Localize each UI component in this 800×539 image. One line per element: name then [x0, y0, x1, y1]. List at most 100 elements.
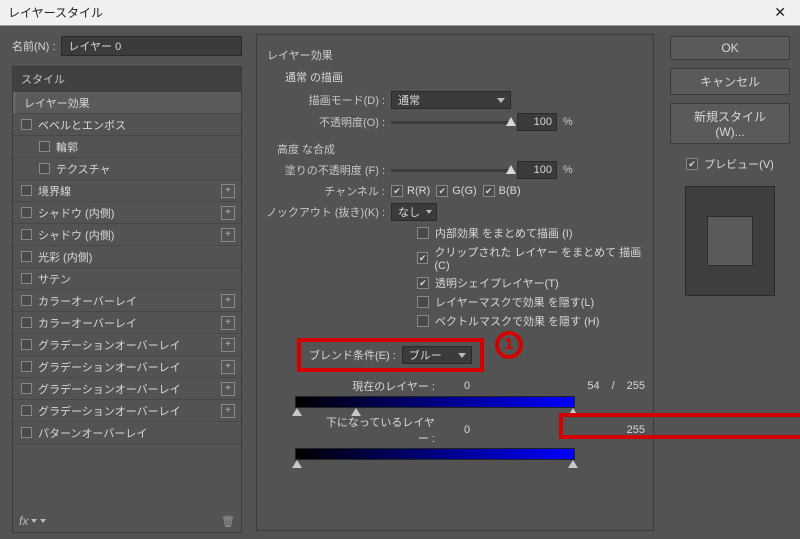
style-checkbox[interactable] — [21, 251, 32, 262]
style-item[interactable]: グラデーションオーバーレイ + — [13, 378, 241, 400]
adv-check-label: 透明シェイプレイヤー(T) — [435, 275, 559, 291]
styles-header: スタイル — [13, 67, 241, 92]
style-checkbox[interactable] — [21, 383, 32, 394]
style-label: カラーオーバーレイ — [38, 315, 137, 331]
style-checkbox[interactable] — [21, 361, 32, 372]
add-effect-icon[interactable]: + — [221, 228, 235, 242]
adv-checkbox[interactable] — [417, 315, 429, 327]
opacity-pct: % — [563, 116, 573, 128]
style-label: カラーオーバーレイ — [38, 293, 137, 309]
fill-opacity-value[interactable] — [517, 161, 557, 179]
style-checkbox[interactable] — [21, 317, 32, 328]
new-style-button[interactable]: 新規スタイル(W)... — [670, 103, 790, 144]
style-item[interactable]: サテン — [13, 268, 241, 290]
style-checkbox[interactable] — [21, 119, 32, 130]
layer-name-input[interactable] — [61, 36, 242, 56]
close-icon[interactable]: ✕ — [768, 2, 792, 23]
style-item[interactable]: グラデーションオーバーレイ+ — [13, 356, 241, 378]
style-item[interactable]: グラデーションオーバーレイ+ — [13, 334, 241, 356]
blend-mode-dropdown[interactable]: 通常 — [391, 91, 511, 109]
style-label: シャドウ (内側) — [38, 205, 114, 221]
preview-label: プレビュー(V) — [704, 156, 774, 172]
channel-r-checkbox[interactable] — [391, 185, 403, 197]
style-checkbox[interactable] — [21, 207, 32, 218]
style-item[interactable]: シャドウ (内側) + — [13, 224, 241, 246]
style-checkbox[interactable] — [21, 427, 32, 438]
ok-button[interactable]: OK — [670, 36, 790, 60]
window-title: レイヤースタイル — [8, 4, 103, 21]
add-effect-icon[interactable]: + — [221, 294, 235, 308]
annotation-frame-2 — [559, 413, 800, 439]
add-effect-icon[interactable]: + — [221, 404, 235, 418]
style-item[interactable]: カラーオーバーレイ + — [13, 312, 241, 334]
preview-checkbox[interactable] — [686, 158, 698, 170]
style-item[interactable]: パターンオーバーレイ — [13, 422, 241, 444]
adv-checkbox[interactable] — [417, 252, 428, 264]
channel-g-checkbox[interactable] — [436, 185, 448, 197]
effects-section-title: レイヤー効果 — [267, 47, 645, 63]
adv-check-label: クリップされた レイヤー をまとめて 描画 (C) — [434, 244, 645, 272]
style-checkbox[interactable] — [21, 229, 32, 240]
style-label: グラデーションオーバーレイ — [38, 381, 181, 397]
under-layer-label: 下になっているレイヤー : — [325, 414, 435, 446]
current-layer-gradient[interactable] — [295, 396, 575, 408]
normal-draw-label: 通常 の描画 — [285, 69, 645, 85]
adv-checkbox[interactable] — [417, 296, 429, 308]
style-item[interactable]: レイヤー効果 — [13, 92, 241, 114]
opacity-value[interactable] — [517, 113, 557, 131]
style-label: ベベルとエンボス — [38, 117, 126, 133]
blend-if-label: ブレンド条件(E) : — [309, 347, 396, 363]
channel-b-label: B(B) — [499, 185, 521, 197]
knockout-label: ノックアウト (抜き)(K) : — [265, 204, 385, 220]
under-layer-gradient[interactable] — [295, 448, 575, 460]
style-item[interactable]: テクスチャ — [13, 158, 241, 180]
style-label: テクスチャ — [56, 161, 111, 177]
add-effect-icon[interactable]: + — [221, 360, 235, 374]
grad-stop-black-high[interactable] — [351, 408, 361, 416]
style-checkbox[interactable] — [39, 141, 50, 152]
style-item[interactable]: ベベルとエンボス — [13, 114, 241, 136]
under-stop-high[interactable] — [568, 460, 578, 468]
add-effect-icon[interactable]: + — [221, 382, 235, 396]
style-item[interactable]: 光彩 (内側) — [13, 246, 241, 268]
style-label: シャドウ (内側) — [38, 227, 114, 243]
style-item[interactable]: 輪郭 — [13, 136, 241, 158]
style-item[interactable]: グラデーションオーバーレイ + — [13, 400, 241, 422]
grad-stop-black-low[interactable] — [292, 408, 302, 416]
add-effect-icon[interactable]: + — [221, 184, 235, 198]
adv-check-label: レイヤーマスクで効果 を隠す(L) — [435, 294, 594, 310]
style-checkbox[interactable] — [39, 163, 50, 174]
trash-icon[interactable]: 🗑 — [221, 515, 235, 528]
preview-thumbnail — [685, 186, 775, 296]
add-effect-icon[interactable]: + — [221, 206, 235, 220]
style-checkbox[interactable] — [21, 339, 32, 350]
channel-b-checkbox[interactable] — [483, 185, 495, 197]
fill-opacity-slider[interactable] — [391, 169, 511, 172]
style-item[interactable]: シャドウ (内側) + — [13, 202, 241, 224]
fill-opacity-label: 塗りの不透明度 (F) : — [265, 162, 385, 178]
style-item[interactable]: カラーオーバーレイ + — [13, 290, 241, 312]
fx-icon[interactable]: fx — [19, 514, 46, 528]
style-label: レイヤー効果 — [24, 95, 90, 111]
add-effect-icon[interactable]: + — [221, 338, 235, 352]
style-checkbox[interactable] — [21, 295, 32, 306]
style-checkbox[interactable] — [21, 185, 32, 196]
current-slash: / — [612, 380, 615, 392]
add-effect-icon[interactable]: + — [221, 316, 235, 330]
style-item[interactable]: 境界線 + — [13, 180, 241, 202]
adv-checkbox[interactable] — [417, 277, 429, 289]
opacity-slider[interactable] — [391, 121, 511, 124]
style-checkbox[interactable] — [21, 273, 32, 284]
fx-arrow-icon — [31, 519, 37, 523]
blend-if-dropdown[interactable]: ブルー — [402, 346, 472, 364]
style-checkbox[interactable] — [21, 405, 32, 416]
knockout-dropdown[interactable]: なし — [391, 203, 437, 221]
fx-arrow-icon2 — [40, 519, 46, 523]
adv-checkbox[interactable] — [417, 227, 429, 239]
cancel-button[interactable]: キャンセル — [670, 68, 790, 95]
current-layer-label: 現在のレイヤー : — [325, 378, 435, 394]
style-label: サテン — [38, 271, 71, 287]
style-label: 境界線 — [38, 183, 71, 199]
style-label: グラデーションオーバーレイ — [38, 403, 181, 419]
under-stop-low[interactable] — [292, 460, 302, 468]
